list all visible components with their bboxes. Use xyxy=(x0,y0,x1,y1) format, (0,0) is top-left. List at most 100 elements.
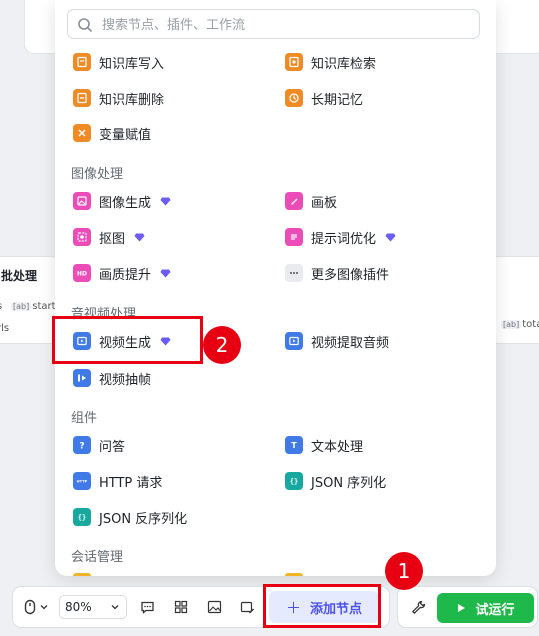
node-question-answer[interactable]: ? 问答 xyxy=(73,433,125,457)
node-label: 长期记忆 xyxy=(311,92,364,108)
plus-icon: ＋ xyxy=(285,598,301,617)
node-video-generate[interactable]: 视频生成 xyxy=(73,329,171,353)
json-deserialize-icon: {} xyxy=(73,508,91,526)
node-label: 知识库写入 xyxy=(99,56,165,72)
text-process-icon: T xyxy=(285,436,303,454)
add-node-popover: 知识库写入 知识库检索 知识库删除 长期记忆 变量赋值 图像处理 图像生成 画板… xyxy=(55,0,496,576)
node-knowledge-write[interactable]: 知识库写入 xyxy=(73,50,164,74)
node-label: 抠图 xyxy=(99,231,126,247)
hd-enhance-icon: HD xyxy=(73,264,91,282)
mouse-icon xyxy=(24,599,35,615)
canvas-board-icon xyxy=(285,192,303,210)
zoom-select[interactable]: 80% xyxy=(59,595,127,619)
test-run-label: 试运行 xyxy=(475,602,515,618)
node-label: JSON 反序列化 xyxy=(99,511,188,527)
node-long-term-memory[interactable]: 长期记忆 xyxy=(285,86,363,110)
right-node[interactable]: [ab]total_ xyxy=(492,256,539,344)
node-label: 画板 xyxy=(311,195,338,211)
cutout-icon xyxy=(73,228,91,246)
svg-text:T: T xyxy=(291,441,297,450)
add-node-button[interactable]: ＋ 添加节点 xyxy=(269,591,379,623)
node-knowledge-search[interactable]: 知识库检索 xyxy=(285,50,376,74)
node-label: 知识库检索 xyxy=(311,56,377,72)
batch-node-chip: s xyxy=(0,301,2,312)
note-icon xyxy=(240,601,254,613)
knowledge-write-icon xyxy=(73,53,91,71)
minimap-button[interactable] xyxy=(202,595,226,619)
node-label: JSON 序列化 xyxy=(311,475,387,491)
knowledge-delete-icon xyxy=(73,89,91,107)
premium-diamond-icon xyxy=(160,337,171,345)
node-hd-enhance[interactable]: HD 画质提升 xyxy=(73,261,171,285)
node-label: 变量赋值 xyxy=(99,127,152,143)
node-label: 视频提取音频 xyxy=(311,335,390,351)
node-label: 更多图像插件 xyxy=(311,267,390,283)
session-item-icon xyxy=(285,573,303,576)
section-audio-video: 音视频处理 xyxy=(71,307,137,322)
zoom-value: 80% xyxy=(65,600,92,614)
section-session-management: 会话管理 xyxy=(71,550,124,565)
question-answer-icon: ? xyxy=(73,436,91,454)
node-label: 知识库删除 xyxy=(99,92,165,108)
comment-button[interactable] xyxy=(135,595,159,619)
session-item-icon xyxy=(73,573,91,576)
premium-diamond-icon xyxy=(160,197,171,205)
node-canvas-board[interactable]: 画板 xyxy=(285,189,337,213)
node-video-audio-extract[interactable]: 视频提取音频 xyxy=(285,329,389,353)
comment-icon xyxy=(140,601,154,614)
section-components: 组件 xyxy=(71,411,98,426)
video-generate-icon xyxy=(73,332,91,350)
chevron-down-icon xyxy=(40,605,47,610)
video-audio-extract-icon xyxy=(285,332,303,350)
node-json-deserialize[interactable]: {} JSON 反序列化 xyxy=(73,505,187,529)
batch-node[interactable]: 批处理 s [ab]start rls xyxy=(0,256,58,344)
long-term-memory-icon xyxy=(285,89,303,107)
prompt-optimize-icon xyxy=(285,228,303,246)
node-text-process[interactable]: T 文本处理 xyxy=(285,433,363,457)
node-label: 问答 xyxy=(99,439,126,455)
node-knowledge-delete[interactable]: 知识库删除 xyxy=(73,86,164,110)
image-icon xyxy=(207,600,221,614)
pointer-mode-button[interactable] xyxy=(21,597,51,617)
premium-diamond-icon xyxy=(385,233,396,241)
search-icon xyxy=(78,18,92,32)
grid-layout-icon xyxy=(174,600,188,614)
wrench-icon xyxy=(411,600,425,614)
knowledge-search-icon xyxy=(285,53,303,71)
search-input[interactable] xyxy=(100,14,474,36)
more-icon xyxy=(285,264,303,282)
debug-tool-button[interactable] xyxy=(408,597,428,617)
batch-node-chip-urls: rls xyxy=(0,323,10,334)
node-label: 视频抽帧 xyxy=(99,372,152,388)
layout-button[interactable] xyxy=(169,595,193,619)
node-more-image-plugins[interactable]: 更多图像插件 xyxy=(285,261,389,285)
image-generate-icon xyxy=(73,192,91,210)
run-toolbar: 试运行 xyxy=(397,586,538,628)
node-label: 提示词优化 xyxy=(311,231,377,247)
svg-text:HD: HD xyxy=(77,270,87,277)
node-http-request[interactable]: HTTP HTTP 请求 xyxy=(73,469,162,493)
node-cutout[interactable]: 抠图 xyxy=(73,225,145,249)
svg-text:?: ? xyxy=(79,441,84,451)
node-prompt-optimize[interactable]: 提示词优化 xyxy=(285,225,396,249)
node-variable-assign[interactable]: 变量赋值 xyxy=(73,121,151,145)
node-image-generate[interactable]: 图像生成 xyxy=(73,189,171,213)
node-label: 视频生成 xyxy=(99,335,152,351)
json-serialize-icon: {} xyxy=(285,472,303,490)
variable-assign-icon xyxy=(73,124,91,142)
play-icon xyxy=(458,604,466,612)
http-request-icon: HTTP xyxy=(73,472,91,490)
right-node-chip: [ab]total_ xyxy=(501,319,539,330)
step-badge-2: 2 xyxy=(203,326,241,364)
node-label: 图像生成 xyxy=(99,195,152,211)
svg-text:{}: {} xyxy=(78,514,86,522)
chevron-down-icon xyxy=(111,605,119,610)
note-button[interactable] xyxy=(235,595,259,619)
node-video-frame[interactable]: 视频抽帧 xyxy=(73,366,151,390)
search-box[interactable] xyxy=(67,9,480,39)
bottom-toolbar: 80% ＋ 添加节点 xyxy=(12,586,390,628)
test-run-button[interactable]: 试运行 xyxy=(437,593,534,623)
node-json-serialize[interactable]: {} JSON 序列化 xyxy=(285,469,386,493)
premium-diamond-icon xyxy=(160,269,171,277)
svg-text:{}: {} xyxy=(290,478,298,486)
